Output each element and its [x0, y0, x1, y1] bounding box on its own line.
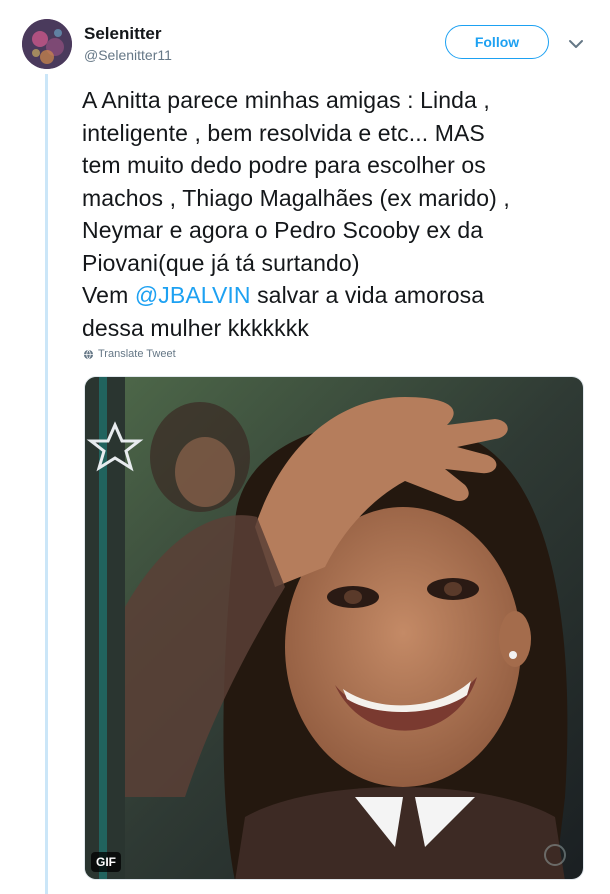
author-display-name[interactable]: Selenitter — [84, 24, 161, 44]
tweet-text-line: machos , Thiago Magalhães (ex marido) , — [82, 184, 510, 211]
translate-label: Translate Tweet — [98, 348, 176, 360]
globe-icon — [83, 349, 94, 359]
tweet-text-line: Vem @JBALVIN salvar a vida amorosa — [82, 279, 592, 312]
tweet-text-line: A Anitta parece minhas amigas : Linda , — [82, 87, 490, 113]
tweet-text-line: inteligente , bem resolvida e etc... MAS — [82, 119, 485, 146]
mention-link[interactable]: @JBALVIN — [135, 282, 251, 308]
author-handle[interactable]: @Selenitter11 — [84, 47, 172, 63]
gif-media[interactable] — [84, 376, 584, 880]
tweet-text-line: Piovani(que já tá surtando) — [82, 249, 360, 276]
thread-connector-line — [45, 74, 48, 894]
gif-image — [85, 377, 583, 879]
tweet-text-line: tem muito dedo podre para escolher os — [82, 152, 486, 178]
gif-badge: GIF — [91, 852, 121, 872]
text-prefix: Vem — [82, 282, 135, 308]
avatar[interactable] — [22, 19, 72, 69]
translate-tweet-link[interactable]: Translate Tweet — [83, 348, 176, 360]
text-suffix: salvar a vida amorosa — [250, 282, 485, 308]
tweet-text-line: dessa mulher kkkkkkk — [82, 314, 309, 341]
tweet-text-line: Neymar e agora o Pedro Scooby ex da — [82, 217, 484, 243]
follow-button[interactable]: Follow — [445, 25, 549, 59]
tweet-text: A Anitta parece minhas amigas : Linda , … — [82, 84, 592, 344]
more-options-chevron-down-icon[interactable] — [566, 36, 586, 52]
